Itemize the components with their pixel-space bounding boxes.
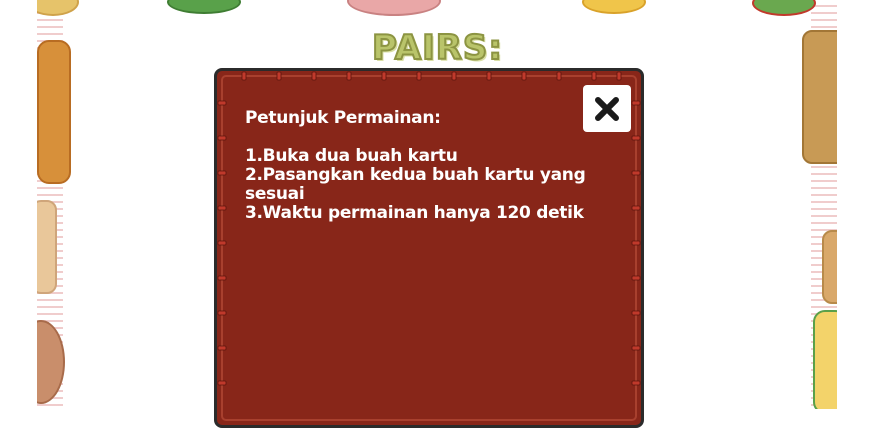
close-icon [595,96,619,121]
food-illustration [582,0,646,14]
instructions-modal: Petunjuk Permainan: 1.Buka dua buah kart… [214,68,644,428]
food-illustration [822,230,837,304]
food-illustration [347,0,441,16]
close-button[interactable] [583,85,631,132]
instruction-step: 2.Pasangkan kedua buah kartu yang sesuai [245,165,586,204]
game-title: PAIRS: [371,28,504,68]
instruction-step: 3.Waktu permainan hanya 120 detik [245,203,584,223]
food-illustration [813,310,837,409]
food-illustration [752,0,816,16]
food-illustration [37,200,57,294]
instructions-text: Petunjuk Permainan: 1.Buka dua buah kart… [245,109,605,223]
food-illustration [37,0,79,16]
instructions-heading: Petunjuk Permainan: [245,108,441,128]
instruction-step: 1.Buka dua buah kartu [245,146,458,166]
food-illustration [167,0,241,14]
